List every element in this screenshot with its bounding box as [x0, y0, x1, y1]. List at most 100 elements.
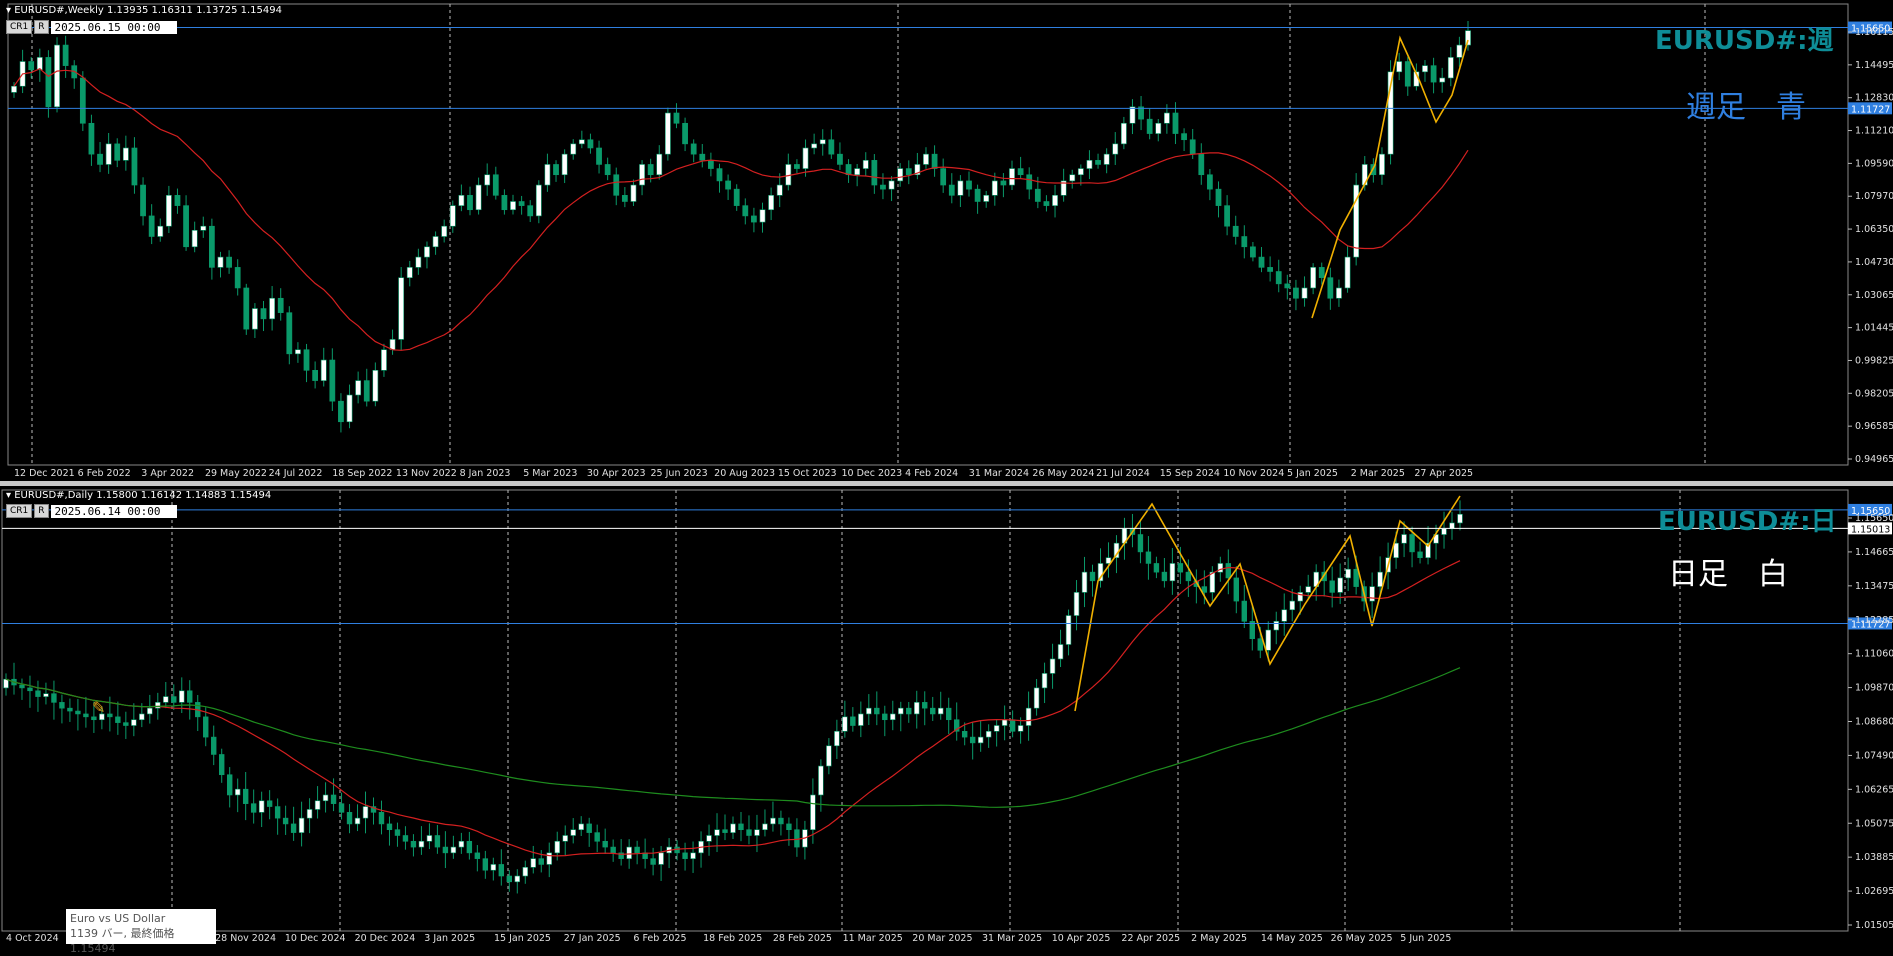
weekly-candle-35	[312, 361, 319, 389]
weekly-ytick-label-7: 1.04730	[1855, 257, 1893, 268]
daily-candle-68	[546, 842, 552, 878]
weekly-candle-106	[923, 147, 929, 169]
daily-candle-142	[1137, 519, 1144, 564]
weekly-cr1-button[interactable]: CR1	[6, 20, 33, 34]
daily-candle-106	[850, 707, 856, 732]
daily-ytick-label-7: 1.07490	[1855, 750, 1893, 761]
daily-ohlc-header: 1.15800 1.16142 1.14883 1.15494	[96, 490, 272, 501]
weekly-candle-166	[1439, 67, 1446, 93]
daily-candle-117	[938, 691, 944, 720]
daily-cr1-button[interactable]: CR1	[6, 504, 33, 518]
daily-chart-pane[interactable]: 1.15650 1.15013 1.11727 1.15650 1.14665 1.134…	[0, 486, 1893, 944]
weekly-candle-120	[1043, 195, 1050, 212]
weekly-ytick-label-11: 0.98205	[1855, 388, 1893, 399]
daily-candle-58	[466, 831, 473, 860]
daily-ytick-label-3: 1.12285	[1855, 615, 1893, 626]
weekly-xtick-label-1: 6 Feb 2022	[78, 468, 131, 479]
daily-candle-72	[578, 816, 584, 837]
daily-ytick-label-1: 1.14665	[1855, 547, 1893, 558]
daily-candle-26	[211, 725, 217, 766]
daily-candle-54	[434, 825, 441, 854]
daily-candle-83	[666, 838, 672, 869]
weekly-candle-86	[751, 207, 757, 233]
daily-candle-57	[458, 832, 465, 854]
weekly-candle-26	[234, 259, 241, 296]
daily-candle-131	[1049, 643, 1056, 689]
daily-candle-94	[754, 814, 760, 853]
weekly-candle-8	[79, 71, 86, 132]
weekly-candle-139	[1207, 169, 1213, 201]
weekly-candle-107	[931, 145, 938, 177]
weekly-plot-frame	[7, 3, 1849, 466]
weekly-candle-61	[535, 180, 542, 224]
weekly-chart-pane[interactable]: 1.15650 1.11727 1.16115 1.14495 1.12830 1.112…	[0, 0, 1893, 481]
weekly-candle-19	[174, 188, 181, 214]
daily-r-button[interactable]: R	[34, 504, 49, 518]
daily-candle-136	[1089, 564, 1096, 597]
weekly-candle-20	[183, 195, 189, 251]
daily-candle-67	[538, 850, 544, 873]
daily-candle-52	[418, 826, 425, 855]
weekly-ma-20	[13, 67, 1469, 351]
daily-candle-45	[362, 791, 369, 834]
daily-candle-15	[123, 711, 129, 739]
weekly-candle-22	[200, 216, 207, 238]
weekly-ytick-label-6: 1.06350	[1855, 224, 1893, 235]
weekly-xtick-label-8: 5 Mar 2023	[523, 468, 577, 479]
weekly-candle-110	[957, 175, 964, 207]
daily-candle-8	[67, 698, 73, 722]
weekly-r-button[interactable]: R	[34, 20, 49, 34]
weekly-xtick-label-11: 20 Aug 2023	[714, 468, 775, 479]
weekly-toolbar: CR1 R 2025.06.15 00:00	[6, 20, 177, 34]
weekly-xtick-label-15: 31 Mar 2024	[969, 468, 1029, 479]
weekly-candle-31	[277, 288, 284, 321]
weekly-header-triangle-icon[interactable]: ▾	[6, 5, 11, 16]
weekly-candle-165	[1430, 57, 1437, 94]
weekly-candle-126	[1095, 153, 1101, 169]
weekly-ytick-label-13: 0.94965	[1855, 454, 1893, 465]
daily-candle-122	[977, 720, 984, 752]
weekly-candle-21	[191, 221, 198, 253]
weekly-candle-111	[966, 171, 972, 197]
daily-xtick-label-8: 27 Jan 2025	[564, 933, 621, 944]
weekly-ytick-label-0: 1.16115	[1855, 27, 1893, 38]
weekly-chart-svg[interactable]: 1.156501.117271.161151.144951.128301.112…	[0, 0, 1893, 481]
weekly-date-box[interactable]: 2025.06.15 00:00	[50, 20, 177, 34]
weekly-candle-1	[19, 49, 26, 94]
weekly-candle-109	[948, 173, 955, 204]
daily-chart-svg[interactable]: 1.156501.150131.117271.156501.146651.134…	[0, 486, 1893, 944]
weekly-xtick-label-22: 27 Apr 2025	[1414, 468, 1473, 479]
weekly-candle-151	[1310, 263, 1317, 295]
crosshair-tool-icon[interactable]: ✎	[92, 698, 105, 717]
daily-candle-91	[730, 816, 736, 840]
weekly-chart-header: ▾ EURUSD#,Weekly 1.13935 1.16311 1.13725…	[6, 5, 282, 16]
weekly-candle-50	[441, 219, 448, 243]
daily-candle-65	[522, 860, 528, 884]
weekly-candle-99	[862, 152, 869, 176]
daily-candle-31	[250, 789, 257, 824]
daily-header-triangle-icon[interactable]: ▾	[6, 490, 11, 501]
weekly-candle-87	[759, 202, 766, 233]
daily-date-box[interactable]: 2025.06.14 00:00	[50, 504, 177, 518]
weekly-candle-44	[389, 329, 396, 355]
daily-ytick-label-0: 1.15650	[1855, 513, 1893, 524]
daily-candle-20	[163, 681, 169, 709]
daily-candle-43	[346, 804, 353, 834]
daily-candle-76	[610, 839, 616, 862]
daily-ma-100	[5, 667, 1461, 808]
weekly-candle-96	[837, 142, 843, 170]
daily-candle-50	[402, 826, 409, 850]
daily-candle-30	[242, 772, 249, 821]
weekly-candle-95	[828, 129, 835, 159]
daily-candle-104	[834, 719, 840, 759]
weekly-xtick-label-12: 15 Oct 2023	[778, 468, 837, 479]
weekly-candle-90	[785, 153, 792, 191]
weekly-ytick-label-1: 1.14495	[1855, 60, 1893, 71]
daily-candle-123	[985, 724, 992, 748]
weekly-candle-116	[1009, 160, 1015, 191]
weekly-candle-16	[148, 204, 155, 245]
daily-candle-70	[562, 825, 568, 856]
weekly-candle-68	[596, 140, 602, 174]
daily-candle-133	[1065, 609, 1072, 656]
daily-xtick-label-19: 26 May 2025	[1331, 933, 1393, 944]
